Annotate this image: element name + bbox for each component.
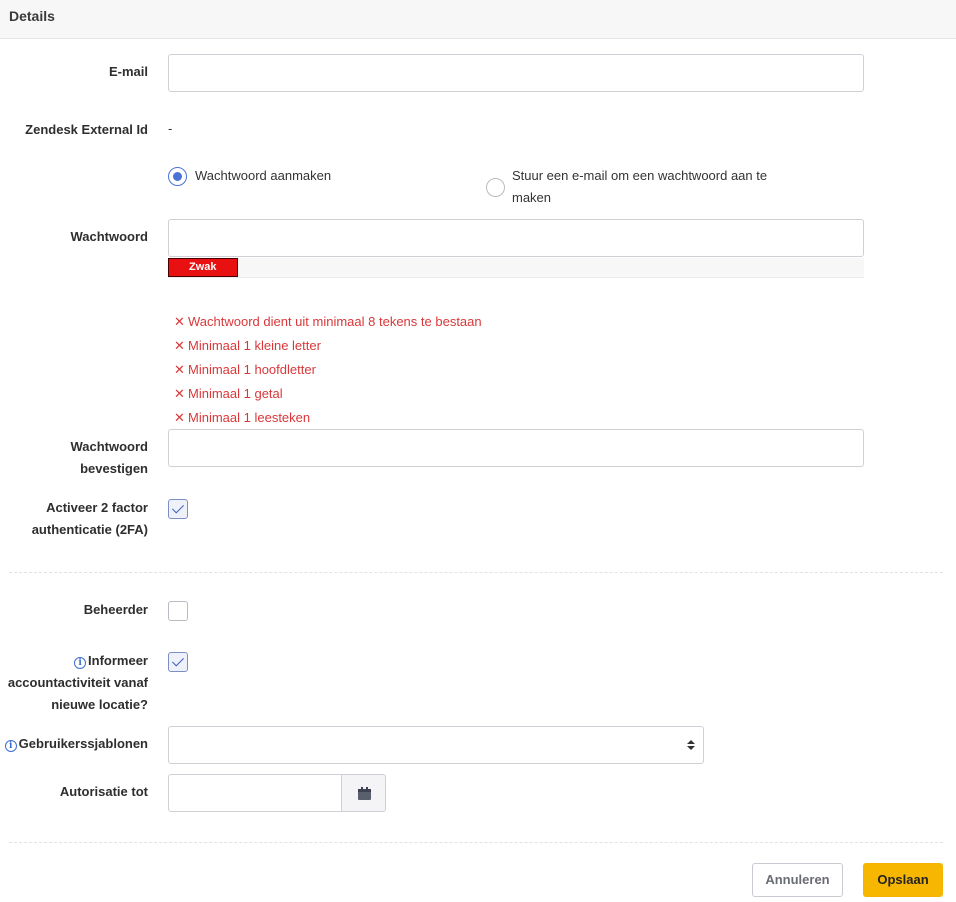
rule-item: ✕ Minimaal 1 kleine letter xyxy=(174,334,482,358)
radio-email-password[interactable] xyxy=(486,178,505,197)
confirm-password-label: Wachtwoord bevestigen xyxy=(70,439,148,476)
admin-label: Beheerder xyxy=(83,602,148,617)
templates-select[interactable] xyxy=(168,726,704,764)
twofa-checkbox[interactable] xyxy=(168,499,188,519)
select-arrows-icon xyxy=(687,740,695,752)
details-header: Details xyxy=(0,0,956,39)
password-rules: ✕ Wachtwoord dient uit minimaal 8 tekens … xyxy=(174,310,482,430)
authorization-date-input[interactable] xyxy=(168,774,342,812)
rule-item: ✕ Wachtwoord dient uit minimaal 8 tekens … xyxy=(174,310,482,334)
rule-item: ✕ Minimaal 1 leesteken xyxy=(174,406,482,430)
save-button[interactable]: Opslaan xyxy=(863,863,943,897)
inform-checkbox[interactable] xyxy=(168,652,188,672)
radio-email-password-label[interactable]: Stuur een e-mail om een wachtwoord aan t… xyxy=(512,165,767,187)
cross-icon: ✕ xyxy=(174,314,185,329)
rule-item: ✕ Minimaal 1 hoofdletter xyxy=(174,358,482,382)
inform-label: i Informeer accountactiviteit vanaf nieuw… xyxy=(7,653,148,712)
password-strength-bar: Zwak xyxy=(168,258,238,277)
section-divider xyxy=(9,572,943,573)
page-title: Details xyxy=(9,8,55,24)
cross-icon: ✕ xyxy=(174,338,185,353)
cross-icon: ✕ xyxy=(174,410,185,425)
email-label: E-mail xyxy=(108,64,148,79)
calendar-button[interactable] xyxy=(341,774,386,812)
footer-divider xyxy=(9,842,943,843)
email-input[interactable] xyxy=(168,54,864,92)
zendesk-value: - xyxy=(168,121,173,136)
radio-email-password-label-2[interactable]: maken xyxy=(512,187,551,209)
cancel-button[interactable]: Annuleren xyxy=(752,863,843,897)
password-input[interactable] xyxy=(168,219,864,257)
radio-create-password-label[interactable]: Wachtwoord aanmaken xyxy=(195,165,331,187)
authorization-label: Autorisatie tot xyxy=(59,784,148,799)
calendar-icon xyxy=(358,787,371,800)
password-strength-meter: Zwak xyxy=(168,258,864,278)
cross-icon: ✕ xyxy=(174,386,185,401)
confirm-password-input[interactable] xyxy=(168,429,864,467)
templates-label: i Gebruikerssjablonen xyxy=(4,733,148,755)
info-icon[interactable]: i xyxy=(74,657,87,669)
cross-icon: ✕ xyxy=(174,362,185,377)
password-label: Wachtwoord xyxy=(70,229,148,244)
rule-item: ✕ Minimaal 1 getal xyxy=(174,382,482,406)
radio-create-password[interactable] xyxy=(168,167,187,186)
admin-checkbox[interactable] xyxy=(168,601,188,621)
zendesk-label: Zendesk External Id xyxy=(25,122,148,137)
twofa-label: Activeer 2 factor authenticatie (2FA) xyxy=(31,500,148,537)
info-icon[interactable]: i xyxy=(4,740,17,752)
